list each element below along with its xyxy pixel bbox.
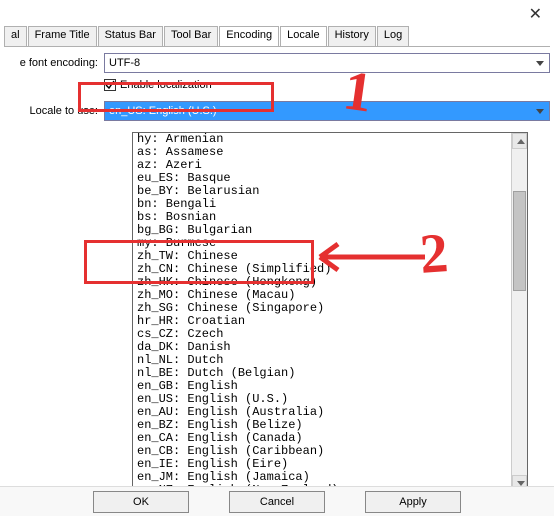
- close-icon[interactable]: ✕: [529, 4, 542, 24]
- scrollbar[interactable]: [511, 133, 527, 491]
- locale-label: Locale to use:: [4, 105, 104, 117]
- tab-status-bar[interactable]: Status Bar: [98, 26, 163, 46]
- tab-general-partial[interactable]: al: [4, 26, 27, 46]
- tab-tool-bar[interactable]: Tool Bar: [164, 26, 218, 46]
- chevron-down-icon: [533, 104, 547, 118]
- tab-history[interactable]: History: [328, 26, 376, 46]
- locale-select[interactable]: en_US: English (U.S.): [104, 101, 550, 121]
- encoding-value: UTF-8: [109, 57, 140, 69]
- enable-localization-label: Enable localization: [120, 79, 212, 91]
- chevron-down-icon: [533, 56, 547, 70]
- encoding-label: e font encoding:: [4, 57, 104, 69]
- apply-button[interactable]: Apply: [365, 491, 461, 513]
- scroll-thumb[interactable]: [513, 191, 526, 291]
- scroll-up-button[interactable]: [512, 133, 527, 149]
- locale-dropdown-list: hy: Armenianas: Assameseaz: Azerieu_ES: …: [132, 132, 528, 492]
- button-bar: OK Cancel Apply: [0, 486, 554, 516]
- locale-value: en_US: English (U.S.): [109, 105, 217, 117]
- tab-encoding[interactable]: Encoding: [219, 26, 279, 46]
- enable-localization-checkbox[interactable]: [104, 79, 116, 91]
- tab-frame-title[interactable]: Frame Title: [28, 26, 97, 46]
- tab-log[interactable]: Log: [377, 26, 409, 46]
- encoding-select[interactable]: UTF-8: [104, 53, 550, 73]
- tabstrip: al Frame Title Status Bar Tool Bar Encod…: [4, 26, 550, 46]
- ok-button[interactable]: OK: [93, 491, 189, 513]
- cancel-button[interactable]: Cancel: [229, 491, 325, 513]
- tab-locale[interactable]: Locale: [280, 26, 326, 46]
